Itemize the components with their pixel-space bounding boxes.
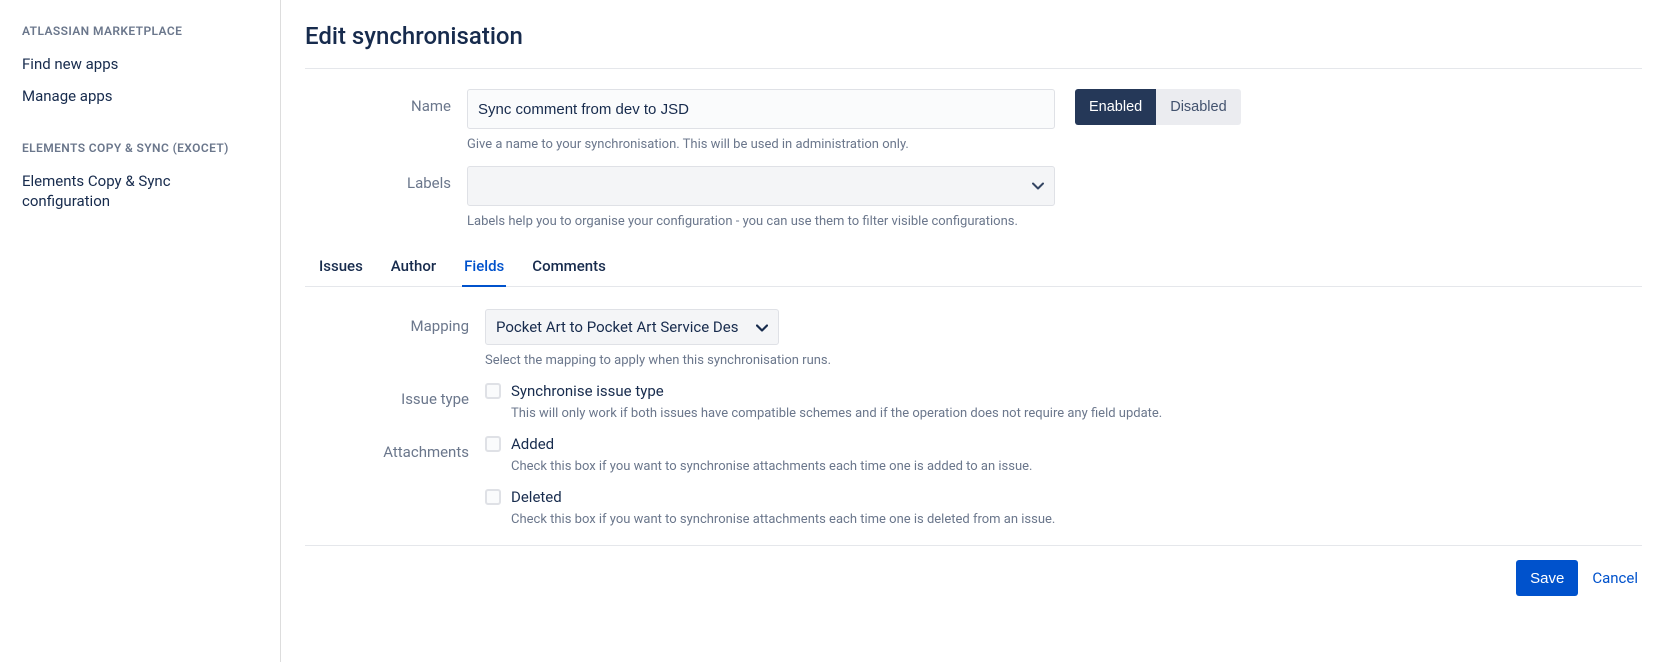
field-issuetype: Synchronise issue type This will only wo… (485, 382, 1642, 421)
sidebar-section-exocet: ELEMENTS COPY & SYNC (EXOCET) Elements C… (22, 141, 260, 218)
sidebar-header-exocet: ELEMENTS COPY & SYNC (EXOCET) (22, 141, 260, 155)
checkbox-row-added: Added (485, 435, 1642, 453)
label-name: Name (305, 89, 467, 115)
form-row-name: Name Enabled Disabled Give a name to you… (305, 89, 1642, 152)
label-labels: Labels (305, 166, 467, 229)
tab-comments[interactable]: Comments (530, 251, 608, 287)
page-title: Edit synchronisation (305, 22, 1642, 69)
name-input[interactable] (467, 89, 1055, 129)
mapping-help-text: Select the mapping to apply when this sy… (485, 353, 1642, 368)
status-toggle: Enabled Disabled (1075, 89, 1241, 125)
labels-help-text: Labels help you to organise your configu… (467, 214, 1055, 229)
toggle-disabled[interactable]: Disabled (1156, 89, 1240, 125)
attachments-deleted-help: Check this box if you want to synchronis… (511, 512, 1642, 527)
cancel-link[interactable]: Cancel (1592, 569, 1638, 587)
toggle-enabled[interactable]: Enabled (1075, 89, 1156, 125)
sidebar-section-marketplace: ATLASSIAN MARKETPLACE Find new apps Mana… (22, 24, 260, 113)
field-attachments: Added Check this box if you want to sync… (485, 435, 1642, 527)
sidebar-item-manage-apps[interactable]: Manage apps (22, 80, 260, 112)
chevron-down-icon (1032, 178, 1044, 194)
checkbox-row-deleted: Deleted (485, 488, 1642, 506)
form-row-labels: Labels Labels help you to organise your … (305, 166, 1642, 229)
tab-bar: Issues Author Fields Comments (305, 251, 1642, 287)
mapping-select[interactable]: Pocket Art to Pocket Art Service Des (485, 309, 779, 345)
field-name: Enabled Disabled Give a name to your syn… (467, 89, 1642, 152)
footer-bar: Save Cancel (305, 545, 1642, 596)
label-mapping: Mapping (305, 309, 485, 368)
checkbox-label-sync-issuetype: Synchronise issue type (511, 382, 664, 400)
field-mapping: Pocket Art to Pocket Art Service Des Sel… (485, 309, 1642, 368)
save-button[interactable]: Save (1516, 560, 1578, 596)
sidebar-item-find-new-apps[interactable]: Find new apps (22, 48, 260, 80)
checkbox-label-added: Added (511, 435, 554, 453)
form-row-issuetype: Issue type Synchronise issue type This w… (305, 382, 1642, 421)
tab-issues[interactable]: Issues (317, 251, 365, 287)
checkbox-sync-issuetype[interactable] (485, 383, 501, 399)
checkbox-row-sync-issuetype: Synchronise issue type (485, 382, 1642, 400)
mapping-select-text: Pocket Art to Pocket Art Service Des (496, 318, 738, 336)
issuetype-help-text: This will only work if both issues have … (511, 406, 1642, 421)
checkbox-label-deleted: Deleted (511, 488, 562, 506)
tab-author[interactable]: Author (389, 251, 438, 287)
sidebar: ATLASSIAN MARKETPLACE Find new apps Mana… (0, 0, 281, 662)
form-row-attachments: Attachments Added Check this box if you … (305, 435, 1642, 527)
main-content: Edit synchronisation Name Enabled Disabl… (281, 0, 1666, 662)
form-row-mapping: Mapping Pocket Art to Pocket Art Service… (305, 309, 1642, 368)
label-issuetype: Issue type (305, 382, 485, 421)
tab-content-fields: Mapping Pocket Art to Pocket Art Service… (305, 287, 1642, 527)
field-labels: Labels help you to organise your configu… (467, 166, 1642, 229)
labels-select[interactable] (467, 166, 1055, 206)
name-help-text: Give a name to your synchronisation. Thi… (467, 137, 1055, 152)
chevron-down-icon (756, 318, 768, 336)
sidebar-header-marketplace: ATLASSIAN MARKETPLACE (22, 24, 260, 38)
tab-fields[interactable]: Fields (462, 251, 506, 287)
label-attachments: Attachments (305, 435, 485, 527)
attachments-added-help: Check this box if you want to synchronis… (511, 459, 1642, 474)
checkbox-attachments-added[interactable] (485, 436, 501, 452)
checkbox-attachments-deleted[interactable] (485, 489, 501, 505)
sidebar-item-copy-sync-config[interactable]: Elements Copy & Sync configuration (22, 165, 260, 218)
